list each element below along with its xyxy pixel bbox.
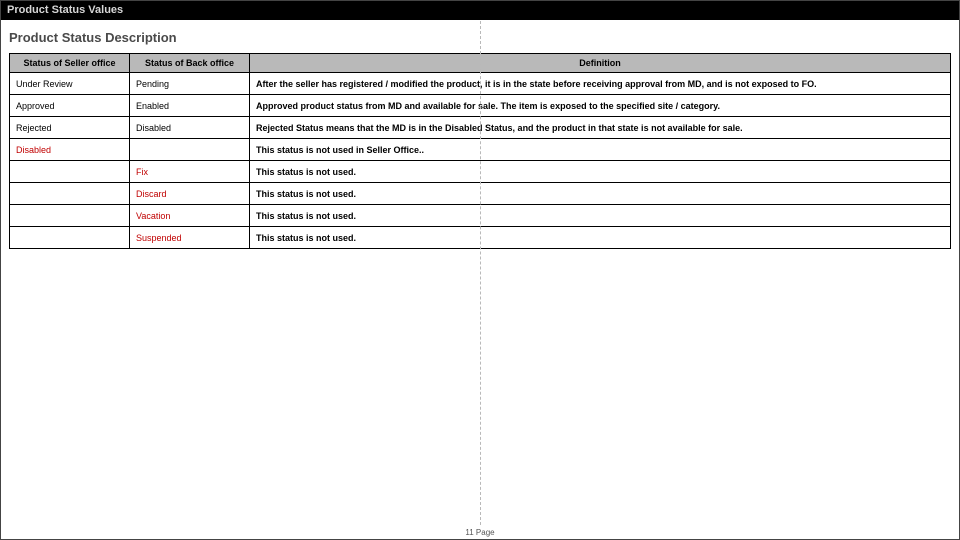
cell-back-status: Enabled — [130, 95, 250, 117]
cell-back-status: Fix — [130, 161, 250, 183]
page-number-text: 11 Page — [465, 528, 494, 537]
status-table-wrap: Status of Seller office Status of Back o… — [1, 53, 959, 249]
page-frame: Product Status Values Product Status Des… — [0, 0, 960, 540]
status-table: Status of Seller office Status of Back o… — [9, 53, 951, 249]
cell-definition: This status is not used in Seller Office… — [250, 139, 951, 161]
cell-seller-status — [10, 205, 130, 227]
table-row: RejectedDisabledRejected Status means th… — [10, 117, 951, 139]
cell-seller-status: Under Review — [10, 73, 130, 95]
cell-back-status: Vacation — [130, 205, 250, 227]
cell-definition: This status is not used. — [250, 183, 951, 205]
title-bar-text: Product Status Values — [7, 4, 123, 16]
cell-seller-status — [10, 183, 130, 205]
table-row: VacationThis status is not used. — [10, 205, 951, 227]
cell-back-status: Disabled — [130, 117, 250, 139]
table-row: FixThis status is not used. — [10, 161, 951, 183]
cell-seller-status: Approved — [10, 95, 130, 117]
cell-seller-status — [10, 161, 130, 183]
page-number: 11 Page — [461, 528, 498, 537]
cell-definition: This status is not used. — [250, 205, 951, 227]
section-title: Product Status Description — [1, 20, 959, 53]
col-header-seller: Status of Seller office — [10, 54, 130, 73]
table-row: Under ReviewPendingAfter the seller has … — [10, 73, 951, 95]
table-row: ApprovedEnabledApproved product status f… — [10, 95, 951, 117]
table-row: SuspendedThis status is not used. — [10, 227, 951, 249]
cell-definition: Approved product status from MD and avai… — [250, 95, 951, 117]
cell-seller-status: Rejected — [10, 117, 130, 139]
cell-back-status: Suspended — [130, 227, 250, 249]
cell-back-status: Pending — [130, 73, 250, 95]
col-header-definition: Definition — [250, 54, 951, 73]
cell-definition: After the seller has registered / modifi… — [250, 73, 951, 95]
cell-definition: This status is not used. — [250, 161, 951, 183]
cell-seller-status — [10, 227, 130, 249]
table-row: Disabled This status is not used in Selle… — [10, 139, 951, 161]
cell-definition: Rejected Status means that the MD is in … — [250, 117, 951, 139]
cell-definition: This status is not used. — [250, 227, 951, 249]
cell-back-status — [130, 139, 250, 161]
cell-back-status: Discard — [130, 183, 250, 205]
title-bar: Product Status Values — [1, 1, 959, 20]
table-row: DiscardThis status is not used. — [10, 183, 951, 205]
section-title-text: Product Status Description — [9, 30, 177, 45]
col-header-back: Status of Back office — [130, 54, 250, 73]
table-header-row: Status of Seller office Status of Back o… — [10, 54, 951, 73]
cell-seller-status: Disabled — [10, 139, 130, 161]
